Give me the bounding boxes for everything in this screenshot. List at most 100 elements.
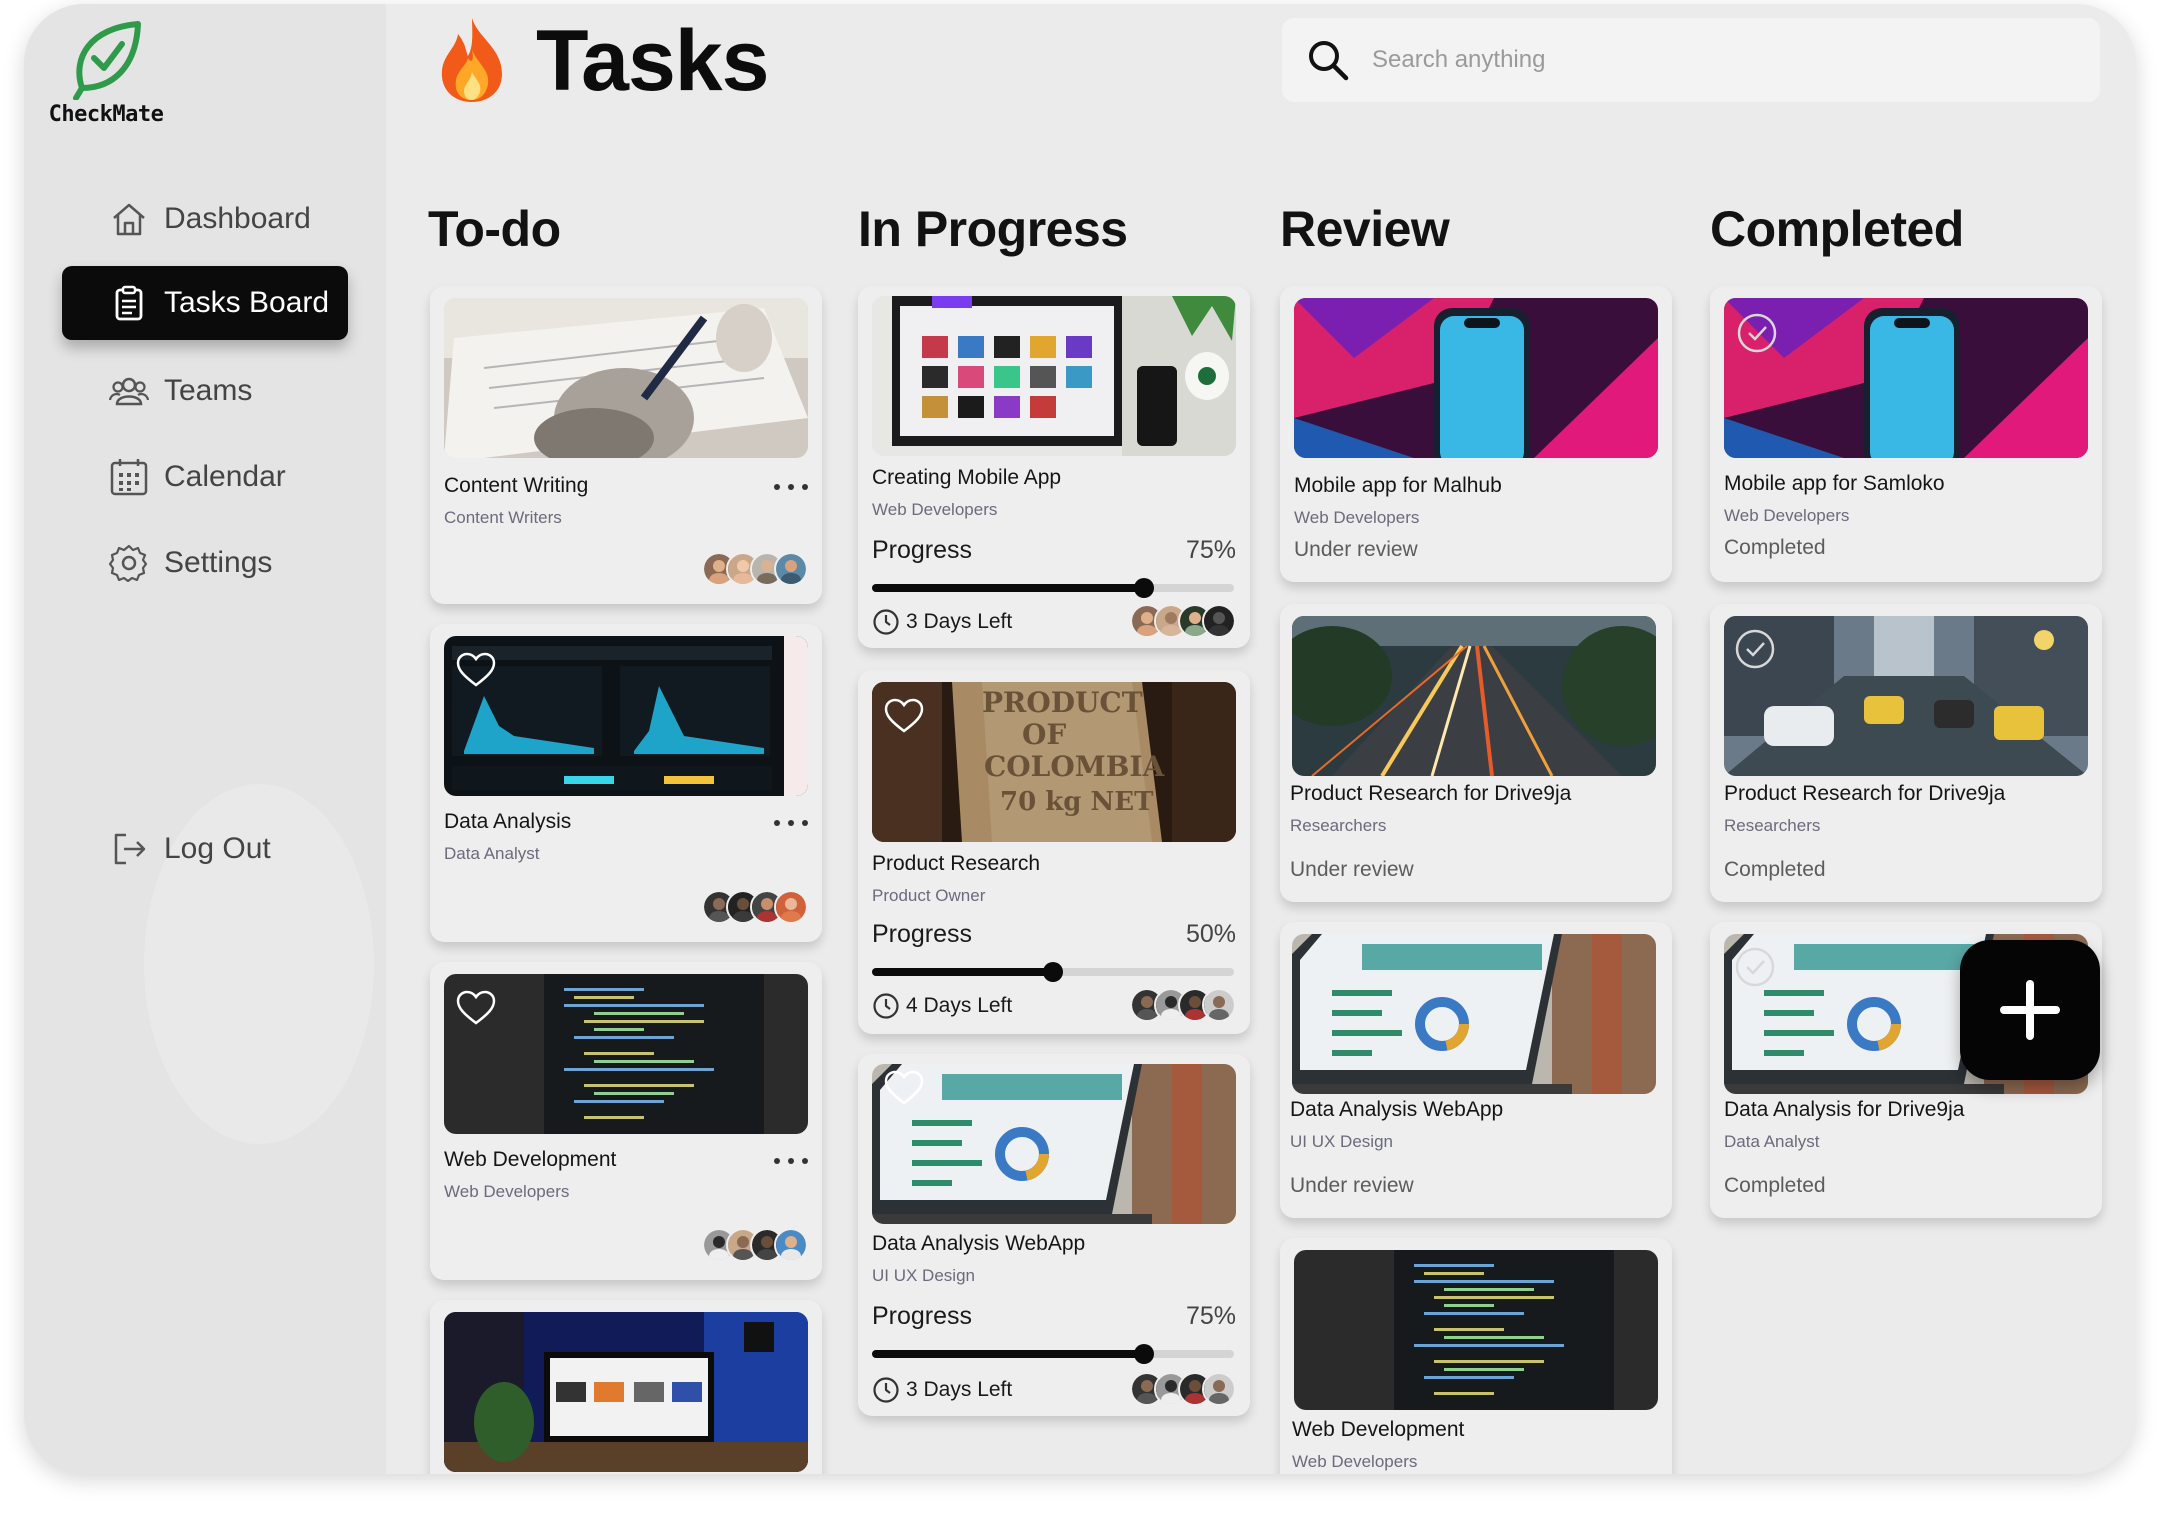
task-title: Mobile app for Samloko xyxy=(1724,472,1945,495)
task-team: Data Analyst xyxy=(1724,1132,1820,1151)
task-image xyxy=(1294,298,1658,458)
plus-icon xyxy=(2000,980,2060,1040)
task-team: UI UX Design xyxy=(1290,1132,1393,1151)
heart-icon[interactable] xyxy=(456,990,496,1026)
sidebar-item-label: Settings xyxy=(164,546,273,579)
task-card[interactable]: Web Development Web Developers xyxy=(430,962,822,1280)
more-options-icon[interactable] xyxy=(774,482,808,492)
sidebar-item-label: Teams xyxy=(164,374,253,407)
progress-handle[interactable] xyxy=(1133,578,1154,598)
heart-icon[interactable] xyxy=(456,652,496,688)
more-options-icon[interactable] xyxy=(774,1156,808,1166)
more-options-icon[interactable] xyxy=(774,818,808,828)
column-title-review: Review xyxy=(1280,201,1450,257)
task-team: Researchers xyxy=(1724,816,1821,835)
task-image xyxy=(1292,616,1656,776)
avatar-group[interactable] xyxy=(1130,1372,1236,1406)
task-team: UI UX Design xyxy=(872,1266,975,1285)
avatar-group[interactable] xyxy=(702,890,808,924)
page-title: Tasks xyxy=(536,13,769,109)
status-text: Completed xyxy=(1724,858,1826,881)
progress-label: Progress xyxy=(872,920,973,948)
task-card[interactable]: Product Research for Drive9ja Researcher… xyxy=(1710,604,2102,902)
days-left: 3 Days Left xyxy=(906,1378,1013,1401)
logout-icon xyxy=(108,828,150,870)
sidebar-item-label: Dashboard xyxy=(164,202,311,235)
task-card[interactable]: Creating Mobile App Web Developers Progr… xyxy=(858,286,1250,648)
sidebar-item-dashboard[interactable]: Dashboard xyxy=(62,182,348,256)
home-icon xyxy=(108,198,150,240)
progress-handle[interactable] xyxy=(1043,962,1063,982)
status-text: Completed xyxy=(1724,536,1826,559)
sidebar: CheckMate Dashboard Tasks Board Teams Ca… xyxy=(24,4,386,1474)
task-card[interactable]: Mobile app for Samloko Web Developers Co… xyxy=(1710,286,2102,582)
search-bar[interactable] xyxy=(1282,18,2100,102)
progress-fill xyxy=(872,968,1053,976)
clipboard-icon xyxy=(108,282,150,324)
task-title: Data Analysis WebApp xyxy=(872,1232,1086,1255)
progress-bar xyxy=(872,578,1234,598)
sidebar-item-label: Tasks Board xyxy=(164,286,330,319)
sidebar-item-tasks-board[interactable]: Tasks Board xyxy=(62,266,348,340)
task-title: Creating Mobile App xyxy=(872,466,1062,489)
task-card[interactable]: Data Analysis WebApp UI UX Design Under … xyxy=(1280,922,1672,1218)
avatar xyxy=(774,890,808,924)
status-text: Under review xyxy=(1290,1174,1414,1197)
sidebar-item-calendar[interactable]: Calendar xyxy=(62,440,348,514)
task-team: Product Owner xyxy=(872,886,986,905)
task-image xyxy=(872,1064,1236,1224)
app-logo[interactable]: CheckMate xyxy=(46,18,166,127)
task-title: Data Analysis xyxy=(444,810,572,833)
status-text: Under review xyxy=(1290,858,1414,881)
task-title: Content Writing xyxy=(444,474,589,497)
avatar-group[interactable] xyxy=(702,552,808,586)
calendar-icon xyxy=(108,456,150,498)
task-card[interactable]: Mobile app for Malhub Web Developers Und… xyxy=(1280,286,1672,582)
progress-percent: 50% xyxy=(1185,920,1236,948)
avatar xyxy=(774,1228,808,1262)
task-title: Web Development xyxy=(444,1148,617,1171)
column-title-todo: To-do xyxy=(428,201,561,257)
heart-icon[interactable] xyxy=(884,1070,924,1106)
deadline: 4 Days Left xyxy=(872,992,1012,1020)
avatar xyxy=(1202,988,1236,1022)
search-input[interactable] xyxy=(1370,45,2014,75)
leaf-logo-icon xyxy=(73,21,141,100)
deadline: 3 Days Left xyxy=(872,608,1012,636)
days-left: 4 Days Left xyxy=(906,994,1013,1017)
progress-bar xyxy=(872,1344,1234,1364)
task-team: Web Developers xyxy=(444,1182,570,1201)
avatar-group[interactable] xyxy=(1130,604,1236,638)
sidebar-item-teams[interactable]: Teams xyxy=(62,354,348,428)
sidebar-item-settings[interactable]: Settings xyxy=(62,526,348,600)
progress-handle[interactable] xyxy=(1133,1344,1154,1364)
task-card[interactable]: Data Analysis Data Analyst xyxy=(430,624,822,942)
task-image xyxy=(1724,616,2088,776)
progress-percent: 75% xyxy=(1185,1302,1236,1330)
task-card[interactable]: Web Development Web Developers xyxy=(1280,1238,1672,1474)
task-card[interactable]: Product Research Product Owner Progress … xyxy=(858,670,1250,1034)
add-task-button[interactable] xyxy=(1960,940,2100,1080)
gear-icon xyxy=(108,542,150,584)
task-card[interactable] xyxy=(430,1300,822,1474)
avatar-group[interactable] xyxy=(702,1228,808,1262)
app-name: CheckMate xyxy=(48,102,164,127)
task-image xyxy=(1292,934,1656,1094)
task-image xyxy=(872,296,1236,456)
task-card[interactable]: Data Analysis WebApp UI UX Design Progre… xyxy=(858,1054,1250,1416)
status-text: Completed xyxy=(1724,1174,1826,1197)
task-image xyxy=(872,682,1236,842)
task-card[interactable]: Product Research for Drive9ja Researcher… xyxy=(1280,604,1672,902)
logout-button[interactable]: Log Out xyxy=(62,812,348,886)
check-circle-icon xyxy=(1735,629,1775,669)
progress-fill xyxy=(872,1350,1144,1358)
task-image xyxy=(444,974,808,1134)
task-card[interactable]: Content Writing Content Writers xyxy=(430,286,822,604)
heart-icon[interactable] xyxy=(884,698,924,734)
task-title: Product Research xyxy=(872,852,1041,875)
avatar xyxy=(1202,1372,1236,1406)
fire-icon xyxy=(432,14,512,104)
task-team: Content Writers xyxy=(444,508,562,527)
avatar-group[interactable] xyxy=(1130,988,1236,1022)
app-window: CheckMate Dashboard Tasks Board Teams Ca… xyxy=(24,4,2136,1474)
